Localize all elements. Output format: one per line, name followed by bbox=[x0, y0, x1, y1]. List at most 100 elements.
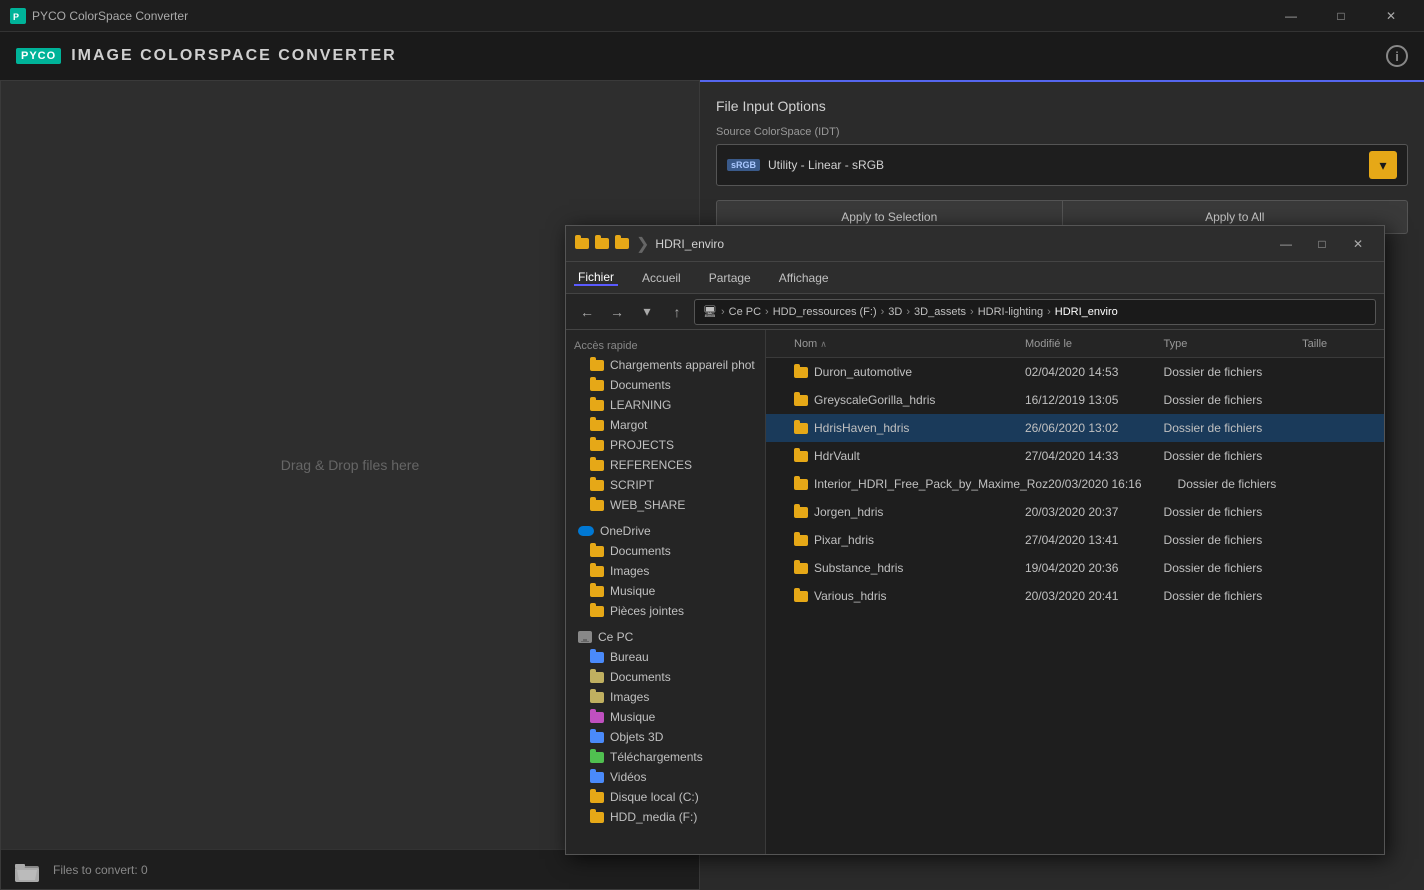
app-icon: P bbox=[10, 8, 26, 24]
file-row-hdrvault[interactable]: HdrVault 27/04/2020 14:33 Dossier de fic… bbox=[766, 442, 1384, 470]
title-bar-controls: — □ ✕ bbox=[1268, 0, 1414, 32]
ribbon-tab-partage[interactable]: Partage bbox=[705, 271, 755, 285]
file-name-jorgen: Jorgen_hdris bbox=[814, 505, 883, 519]
file-name-pixar: Pixar_hdris bbox=[814, 533, 874, 547]
folder-icon-various bbox=[794, 591, 808, 602]
tree-item-webshare[interactable]: WEB_SHARE bbox=[566, 495, 765, 515]
colorspace-dropdown-button[interactable]: ▾ bbox=[1369, 151, 1397, 179]
tree-item-references[interactable]: REFERENCES bbox=[566, 455, 765, 475]
ribbon-tab-fichier[interactable]: Fichier bbox=[574, 270, 618, 286]
explorer-tree: Accès rapide Chargements appareil phot D… bbox=[566, 330, 766, 854]
col-header-type[interactable]: Type bbox=[1164, 338, 1303, 350]
info-button[interactable]: i bbox=[1386, 45, 1408, 67]
file-row-pixar[interactable]: Pixar_hdris 27/04/2020 13:41 Dossier de … bbox=[766, 526, 1384, 554]
file-row-duron[interactable]: Duron_automotive 02/04/2020 14:53 Dossie… bbox=[766, 358, 1384, 386]
files-header: Nom ∧ Modifié le Type Taille bbox=[766, 330, 1384, 358]
tree-item-od-musique[interactable]: Musique bbox=[566, 581, 765, 601]
explorer-maximize-button[interactable]: □ bbox=[1304, 230, 1340, 258]
folder-icon-learning bbox=[590, 400, 604, 411]
sort-arrow: ∧ bbox=[820, 339, 827, 349]
colorspace-badge: sRGB bbox=[727, 159, 760, 171]
path-hdd[interactable]: HDD_ressources (F:) bbox=[773, 306, 877, 318]
ribbon-tab-accueil[interactable]: Accueil bbox=[638, 271, 685, 285]
explorer-minimize-button[interactable]: — bbox=[1268, 230, 1304, 258]
folder-icon-documents-pc bbox=[590, 672, 604, 683]
file-modified-pixar: 27/04/2020 13:41 bbox=[1025, 533, 1164, 547]
file-name-hdrvault: HdrVault bbox=[814, 449, 860, 463]
tree-label-images-pc: Images bbox=[610, 690, 649, 704]
nav-up-button[interactable]: ↑ bbox=[664, 300, 690, 324]
file-modified-duron: 02/04/2020 14:53 bbox=[1025, 365, 1164, 379]
nav-forward-button[interactable]: → bbox=[604, 300, 630, 324]
tree-item-documents-pc[interactable]: Documents bbox=[566, 667, 765, 687]
nav-back-button[interactable]: ← bbox=[574, 300, 600, 324]
path-3dassets[interactable]: 3D_assets bbox=[914, 306, 966, 318]
folder-small-icon bbox=[575, 238, 589, 249]
tree-label-script: SCRIPT bbox=[610, 478, 654, 492]
file-row-greyscale[interactable]: GreyscaleGorilla_hdris 16/12/2019 13:05 … bbox=[766, 386, 1384, 414]
ribbon-tab-affichage[interactable]: Affichage bbox=[775, 271, 833, 285]
nav-recent-button[interactable]: ▾ bbox=[634, 300, 660, 324]
folder-open-icon bbox=[13, 856, 41, 884]
tree-item-projects[interactable]: PROJECTS bbox=[566, 435, 765, 455]
file-row-interior[interactable]: Interior_HDRI_Free_Pack_by_Maxime_Roz 20… bbox=[766, 470, 1384, 498]
tree-item-margot[interactable]: Margot bbox=[566, 415, 765, 435]
quick-access-label: Accès rapide bbox=[574, 340, 638, 352]
col-header-size[interactable]: Taille bbox=[1302, 338, 1376, 350]
file-type-jorgen: Dossier de fichiers bbox=[1164, 505, 1303, 519]
maximize-button[interactable]: □ bbox=[1318, 0, 1364, 32]
tree-item-telechargements[interactable]: Téléchargements bbox=[566, 747, 765, 767]
tree-item-od-documents[interactable]: Documents bbox=[566, 541, 765, 561]
tree-item-videos[interactable]: Vidéos bbox=[566, 767, 765, 787]
folder-icon-interior bbox=[794, 479, 808, 490]
tree-item-od-pieces[interactable]: Pièces jointes bbox=[566, 601, 765, 621]
path-hdri-enviro[interactable]: HDRI_enviro bbox=[1055, 306, 1118, 318]
file-name-substance: Substance_hdris bbox=[814, 561, 903, 575]
explorer-close-button[interactable]: ✕ bbox=[1340, 230, 1376, 258]
pyco-badge: PYCO bbox=[16, 48, 61, 64]
col-header-name[interactable]: Nom ∧ bbox=[774, 338, 1025, 350]
tree-label-bureau: Bureau bbox=[610, 650, 649, 664]
tree-item-hdd-media[interactable]: HDD_media (F:) bbox=[566, 807, 765, 827]
title-bar-title: PYCO ColorSpace Converter bbox=[32, 9, 188, 23]
close-button[interactable]: ✕ bbox=[1368, 0, 1414, 32]
explorer-title-icon2 bbox=[594, 236, 610, 252]
file-row-jorgen[interactable]: Jorgen_hdris 20/03/2020 20:37 Dossier de… bbox=[766, 498, 1384, 526]
folder-small-icon2 bbox=[595, 238, 609, 249]
file-name-hdrish: HdrisHaven_hdris bbox=[814, 421, 909, 435]
tree-label-od-documents: Documents bbox=[610, 544, 671, 558]
folder-icon-greyscale bbox=[794, 395, 808, 406]
folder-icon-telechargements bbox=[590, 752, 604, 763]
tree-item-images-pc[interactable]: Images bbox=[566, 687, 765, 707]
drag-drop-text: Drag & Drop files here bbox=[281, 457, 420, 473]
address-path[interactable]: 🖥 › Ce PC › HDD_ressources (F:) › 3D › 3… bbox=[694, 299, 1376, 325]
tree-item-bureau[interactable]: Bureau bbox=[566, 647, 765, 667]
tree-item-od-images[interactable]: Images bbox=[566, 561, 765, 581]
tree-item-musique-pc[interactable]: Musique bbox=[566, 707, 765, 727]
path-cepc[interactable]: Ce PC bbox=[729, 306, 761, 318]
file-row-hdrish[interactable]: HdrisHaven_hdris 26/06/2020 13:02 Dossie… bbox=[766, 414, 1384, 442]
col-header-modified[interactable]: Modifié le bbox=[1025, 338, 1164, 350]
tree-item-disque-c[interactable]: Disque local (C:) bbox=[566, 787, 765, 807]
folder-icon-chargements bbox=[590, 360, 604, 371]
file-row-various[interactable]: Various_hdris 20/03/2020 20:41 Dossier d… bbox=[766, 582, 1384, 610]
tree-item-objets3d[interactable]: Objets 3D bbox=[566, 727, 765, 747]
minimize-button[interactable]: — bbox=[1268, 0, 1314, 32]
tree-ce-pc[interactable]: Ce PC bbox=[566, 627, 765, 647]
tree-item-script[interactable]: SCRIPT bbox=[566, 475, 765, 495]
files-list: Duron_automotive 02/04/2020 14:53 Dossie… bbox=[766, 358, 1384, 854]
colorspace-value: Utility - Linear - sRGB bbox=[768, 158, 1361, 172]
tree-label-margot: Margot bbox=[610, 418, 647, 432]
file-modified-various: 20/03/2020 20:41 bbox=[1025, 589, 1164, 603]
tree-item-learning[interactable]: LEARNING bbox=[566, 395, 765, 415]
tree-item-documents-qa[interactable]: Documents bbox=[566, 375, 765, 395]
tree-item-chargements[interactable]: Chargements appareil phot bbox=[566, 355, 765, 375]
colorspace-selector[interactable]: sRGB Utility - Linear - sRGB ▾ bbox=[716, 144, 1408, 186]
path-3d[interactable]: 3D bbox=[888, 306, 902, 318]
tree-label-documents-pc: Documents bbox=[610, 670, 671, 684]
tree-onedrive[interactable]: OneDrive bbox=[566, 521, 765, 541]
open-folder-button[interactable] bbox=[11, 854, 43, 886]
path-hdri-lighting[interactable]: HDRI-lighting bbox=[978, 306, 1043, 318]
file-row-substance[interactable]: Substance_hdris 19/04/2020 20:36 Dossier… bbox=[766, 554, 1384, 582]
file-name-interior: Interior_HDRI_Free_Pack_by_Maxime_Roz bbox=[814, 477, 1048, 491]
